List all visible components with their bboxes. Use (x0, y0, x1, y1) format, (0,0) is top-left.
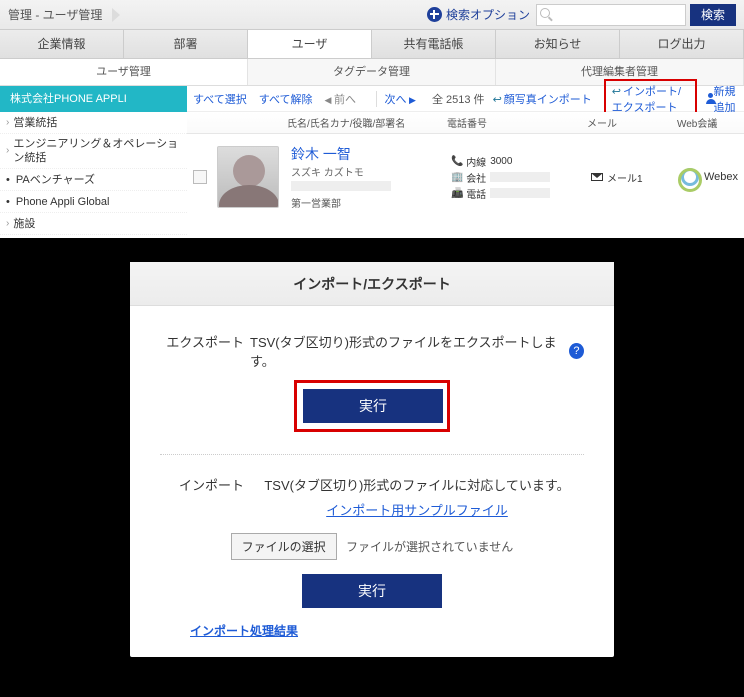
divider (376, 91, 377, 107)
user-row: 鈴木 一智 スズキ カズトモ 第一営業部 📞 内線3000 🏢 会社 📠 電話 … (187, 134, 744, 220)
chevron-right-icon: › (6, 213, 9, 235)
fax-icon: 📠 (451, 188, 463, 199)
sidebar-item-sales[interactable]: ›営業統括 (0, 112, 187, 134)
search-options-link[interactable]: 検索オプション (427, 6, 530, 23)
search-button[interactable]: 検索 (690, 4, 736, 26)
redacted (490, 172, 550, 182)
sidebar-company-header[interactable]: 株式会社PHONE APPLI (0, 86, 187, 112)
tab-user[interactable]: ユーザ (248, 30, 372, 58)
plus-icon (427, 7, 442, 22)
export-execute-highlight: 実行 (294, 380, 450, 432)
export-execute-button[interactable]: 実行 (303, 389, 443, 423)
select-all-link[interactable]: すべて選択 (193, 91, 247, 107)
chevron-right-icon: › (6, 112, 9, 134)
bullet-icon: • (6, 191, 10, 213)
chevron-right-icon: › (6, 144, 9, 158)
import-result-link[interactable]: インポート処理結果 (190, 624, 298, 638)
reply-icon: ↩ (612, 86, 621, 98)
webex-icon (681, 168, 699, 186)
person-plus-icon (705, 93, 712, 105)
tab-company[interactable]: 企業情報 (0, 30, 124, 58)
sidebar-item-pa-ventures[interactable]: •PAベンチャーズ (0, 169, 187, 191)
sidebar-item-engineering[interactable]: ›エンジニアリング＆オペレーション統括 (0, 134, 187, 169)
webex-cell[interactable]: Webex (681, 168, 738, 186)
import-execute-button[interactable]: 実行 (302, 574, 442, 608)
subtab-user-mgmt[interactable]: ユーザ管理 (0, 59, 248, 85)
user-name-link[interactable]: 鈴木 一智 (291, 144, 451, 164)
user-kana: スズキ カズトモ (291, 164, 451, 179)
sidebar-item-phone-appli-global[interactable]: •Phone Appli Global (0, 191, 187, 213)
building-icon: 🏢 (451, 172, 463, 183)
tab-notices[interactable]: お知らせ (496, 30, 620, 58)
user-dept: 第一営業部 (291, 195, 451, 210)
add-new-link[interactable]: 新規追加 (705, 83, 738, 115)
search-icon (540, 8, 554, 22)
bullet-icon: • (6, 169, 10, 191)
phone-icon: 📞 (451, 156, 463, 167)
subtab-tag-data[interactable]: タグデータ管理 (248, 59, 496, 85)
search-input[interactable] (536, 4, 686, 26)
sidebar-item-facility[interactable]: ›施設 (0, 213, 187, 235)
photo-import-link[interactable]: ↩顔写真インポート (493, 91, 592, 107)
breadcrumb: 管理 - ユーザ管理 (8, 6, 112, 23)
export-description: TSV(タブ区切り)形式のファイルをエクスポートします。 (250, 332, 563, 370)
reply-icon: ↩ (493, 94, 502, 106)
redacted (291, 181, 391, 191)
tab-shared-phonebook[interactable]: 共有電話帳 (372, 30, 496, 58)
search-options-label: 検索オプション (446, 6, 530, 23)
tab-logs[interactable]: ログ出力 (620, 30, 744, 58)
import-label: インポート (160, 475, 250, 494)
next-page-link[interactable]: 次へ (385, 91, 416, 107)
import-description: TSV(タブ区切り)形式のファイルに対応しています。 (250, 475, 584, 494)
deselect-all-link[interactable]: すべて解除 (259, 91, 313, 107)
column-headers: 氏名/氏名カナ/役職/部署名 電話番号 メール Web会議 (187, 112, 744, 134)
import-export-dialog: インポート/エクスポート エクスポート TSV(タブ区切り)形式のファイルをエク… (130, 262, 614, 657)
avatar[interactable] (217, 146, 279, 208)
mail-cell[interactable]: メール1 (591, 170, 681, 185)
prev-page-link[interactable]: 前へ (325, 91, 356, 107)
help-icon[interactable]: ? (569, 343, 584, 359)
separator (160, 454, 584, 455)
file-status: ファイルが選択されていません (346, 540, 513, 554)
row-checkbox[interactable] (193, 170, 207, 184)
file-select-button[interactable]: ファイルの選択 (231, 533, 337, 560)
dialog-title: インポート/エクスポート (130, 262, 614, 306)
sample-file-link[interactable]: インポート用サンプルファイル (326, 503, 508, 518)
redacted (490, 188, 550, 198)
total-count: 全 2513 件 (432, 91, 485, 107)
tab-dept[interactable]: 部署 (124, 30, 248, 58)
envelope-icon (591, 173, 603, 181)
export-label: エクスポート (160, 332, 250, 351)
